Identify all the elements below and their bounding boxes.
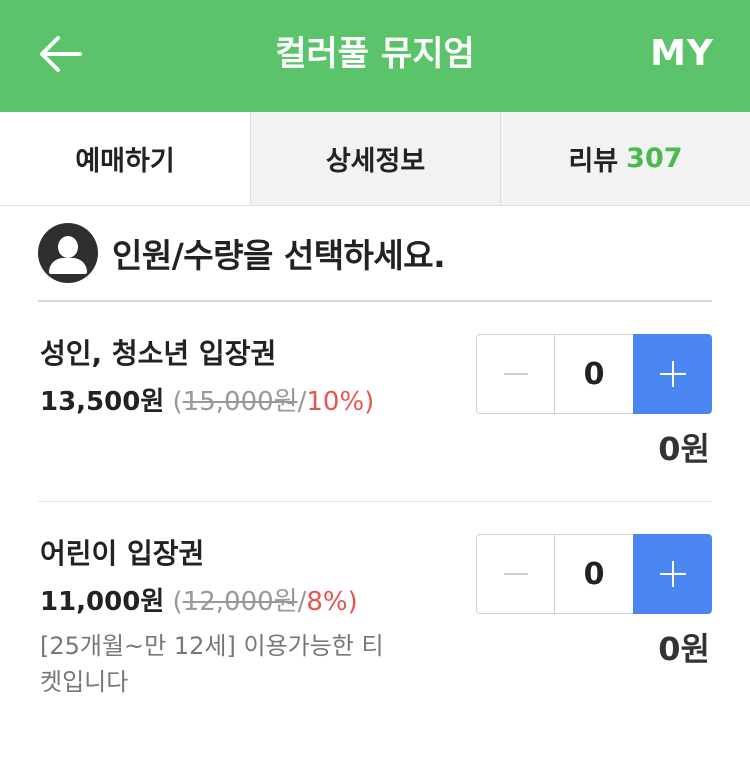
back-button[interactable] [36,32,84,76]
section-title: 인원/수량을 선택하세요. [112,236,446,275]
tab-booking-label: 예매하기 [75,146,175,177]
tab-booking[interactable]: 예매하기 [0,112,250,205]
review-count: 307 [626,143,683,174]
increase-button[interactable] [633,334,712,414]
sale-price: 11,000원 [40,587,165,617]
decrease-button[interactable] [476,334,555,414]
quantity-section-header: 인원/수량을 선택하세요. [38,222,446,284]
discount-rate: 10% [306,387,365,417]
ticket-divider [38,501,712,502]
increase-button[interactable] [633,534,712,614]
minus-icon [503,373,528,375]
price-paren-open: ( [172,587,183,617]
price-paren-close: ) [347,587,358,617]
minus-icon [503,573,528,575]
decrease-button[interactable] [476,534,555,614]
ticket-adult: 성인, 청소년 입장권 13,500원 (15,000원/10%) 0 0원 [40,334,712,468]
price-paren-open: ( [172,387,183,417]
discount-rate: 8% [306,587,348,617]
tab-reviews[interactable]: 리뷰 307 [500,112,750,205]
tab-details[interactable]: 상세정보 [250,112,500,205]
quantity-stepper: 0 [476,534,712,614]
price-paren-close: ) [364,387,375,417]
tab-reviews-label: 리뷰 [568,146,619,177]
original-price: 12,000원 [182,587,298,617]
original-price: 15,000원 [182,387,298,417]
ticket-child: 어린이 입장권 11,000원 (12,000원/8%) [25개월~만 12세… [40,534,712,700]
quantity-stepper: 0 [476,334,712,414]
app-header: 컬러풀 뮤지엄 MY [0,0,750,112]
arrow-left-icon [40,36,82,72]
quantity-value: 0 [555,334,633,414]
ticket-total: 0원 [658,630,710,668]
ticket-total: 0원 [658,430,710,468]
section-divider [38,300,712,302]
tab-details-label: 상세정보 [325,146,426,177]
quantity-value: 0 [555,534,633,614]
page-title: 컬러풀 뮤지엄 [275,34,475,74]
ticket-note: [25개월~만 12세] 이용가능한 티켓입니다 [40,632,384,696]
sale-price: 13,500원 [40,387,165,417]
tab-bar: 예매하기 상세정보 리뷰 307 [0,112,750,206]
my-page-button[interactable]: MY [650,28,714,80]
person-icon [38,223,98,283]
